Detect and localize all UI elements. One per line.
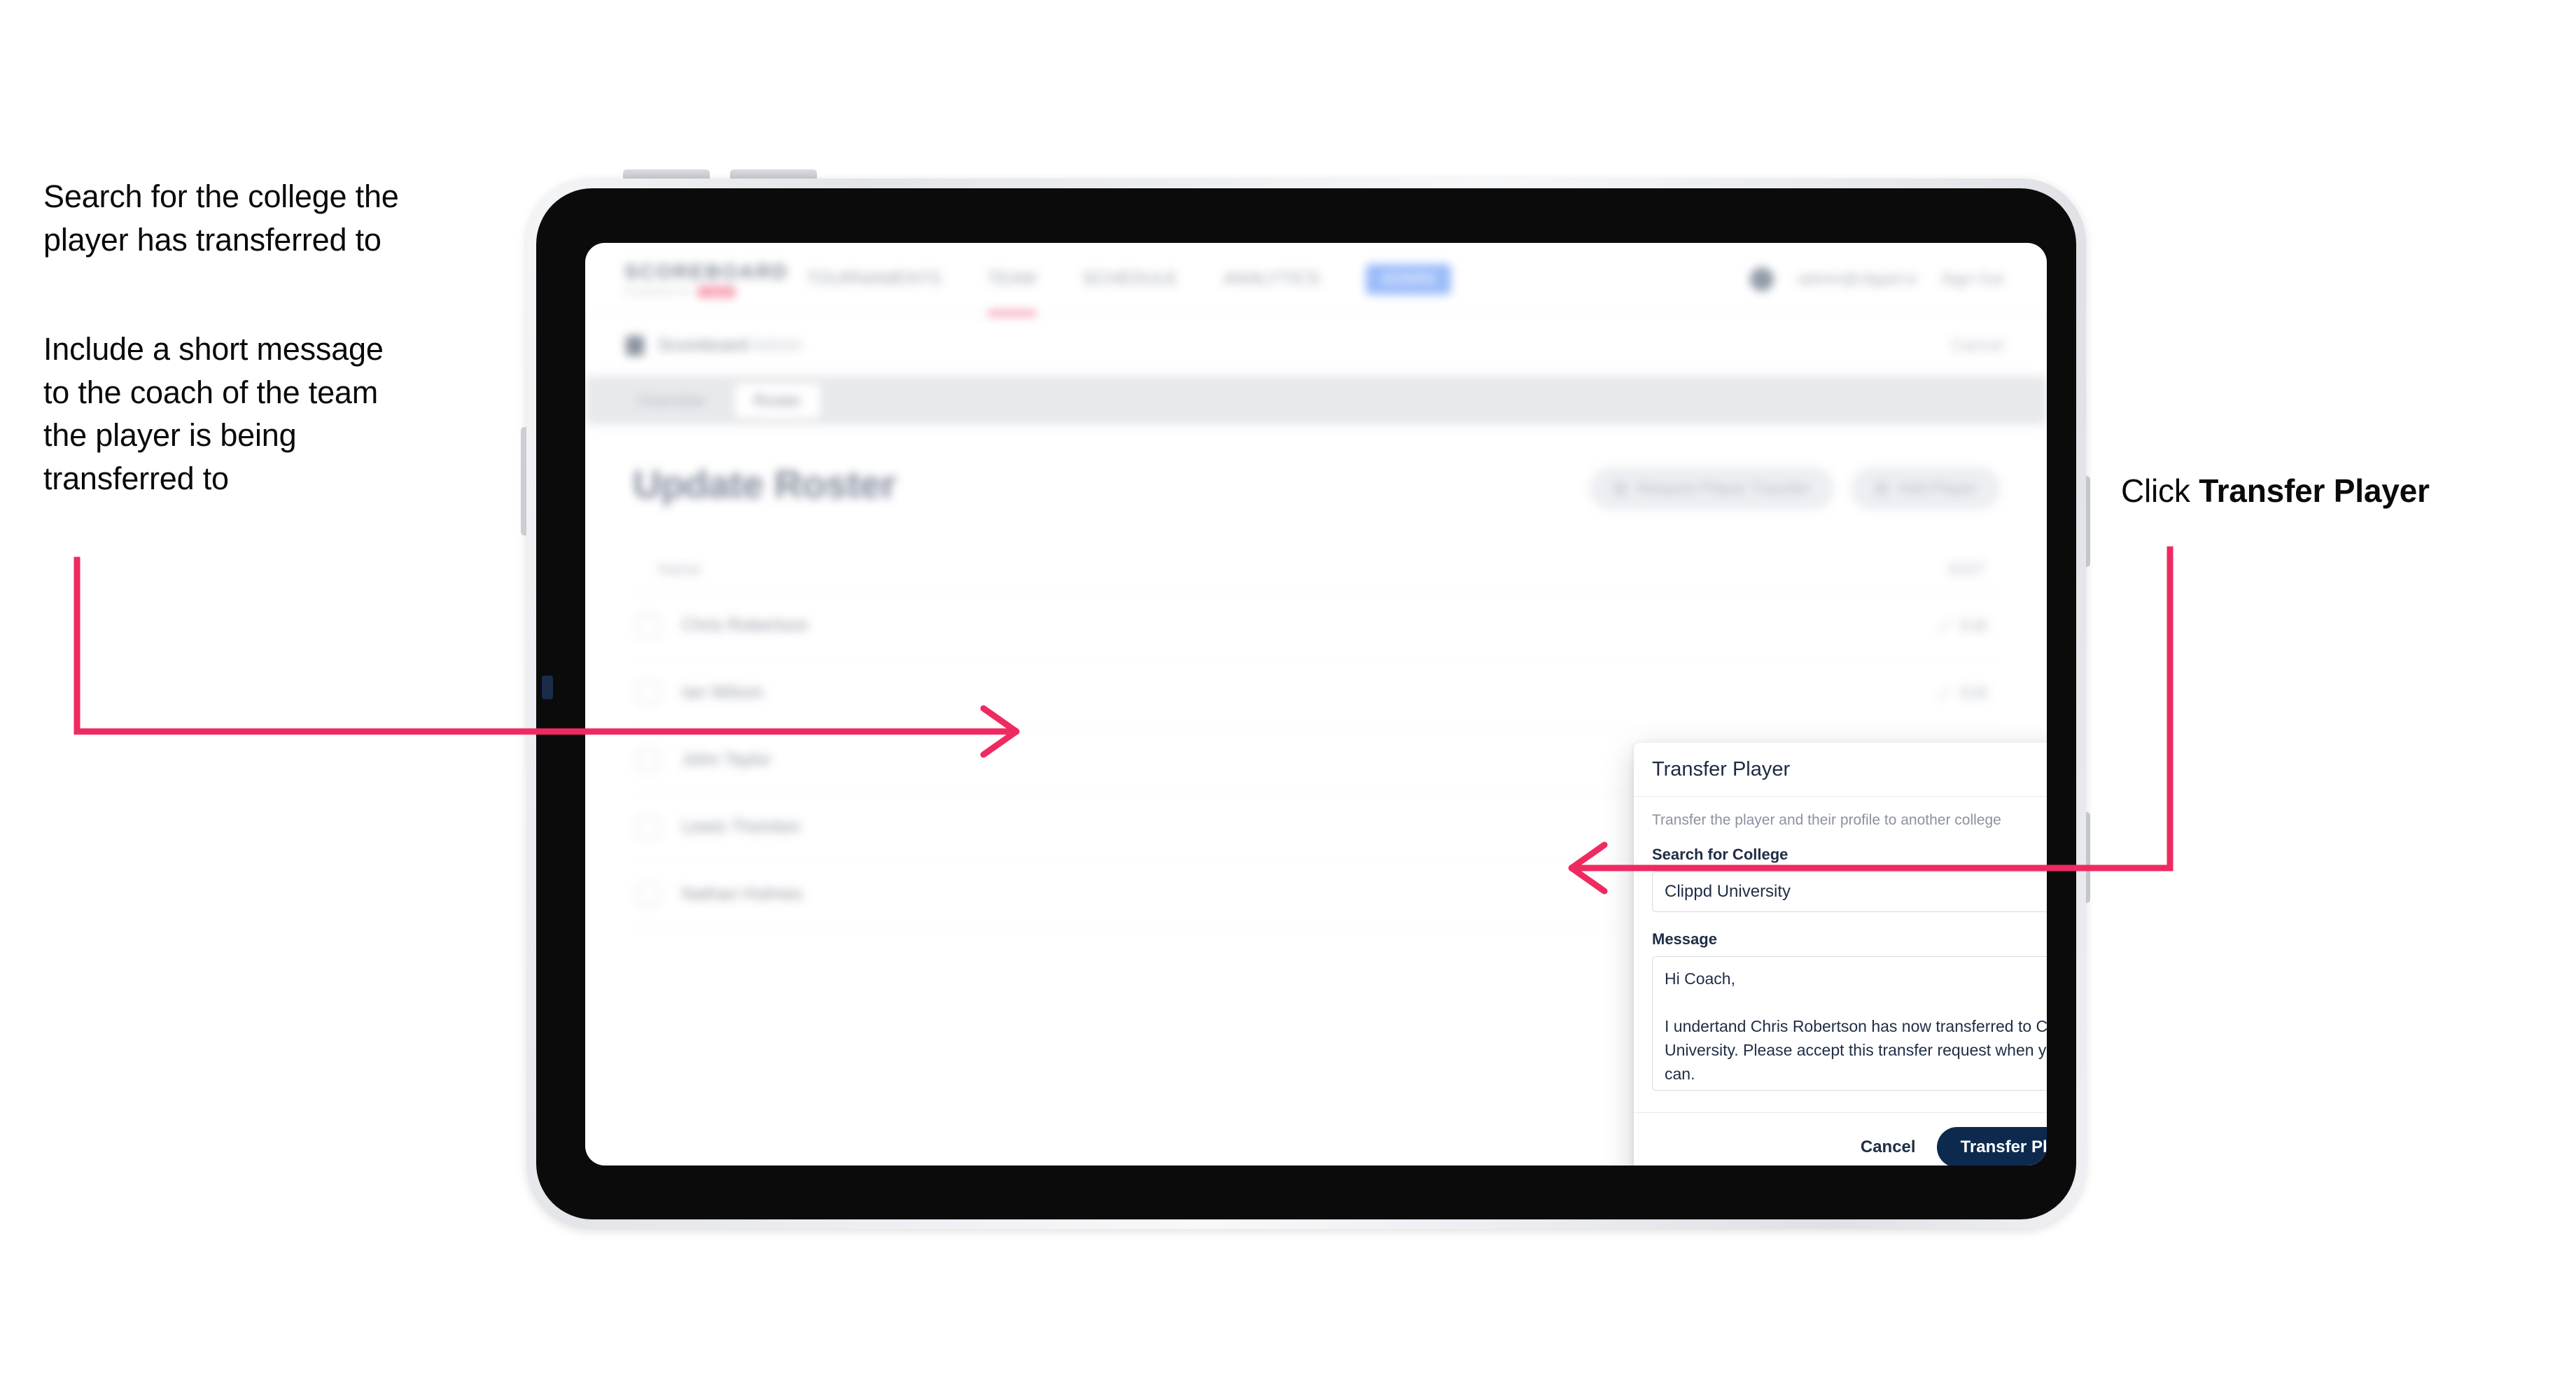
breadcrumb-cancel-link[interactable]: Cancel	[1951, 336, 2003, 356]
download-icon	[1614, 481, 1628, 496]
screenshot-stage: Search for the college the player has tr…	[0, 0, 2576, 1386]
dialog-header: Transfer Player	[1634, 743, 2047, 797]
player-name: Ian Wilson	[682, 682, 764, 702]
nav-link-analytics[interactable]: ANALYTICS	[1224, 269, 1320, 289]
pencil-icon	[1937, 685, 1952, 700]
page-title: Update Roster	[633, 462, 897, 506]
brand-name: SCOREBOARD	[624, 260, 789, 284]
request-player-transfer-button[interactable]: Request Player Transfer	[1590, 467, 1835, 510]
plus-icon	[1875, 481, 1889, 496]
tab-roster[interactable]: Roster	[734, 383, 820, 418]
dialog-body: Transfer the player and their profile to…	[1634, 797, 2047, 1112]
sign-out-link[interactable]: Sign Out	[1941, 270, 2004, 288]
transfer-player-dialog: Transfer Player Transfer the player and …	[1634, 743, 2047, 1166]
dialog-description: Transfer the player and their profile to…	[1652, 812, 2001, 828]
row-checkbox[interactable]	[637, 816, 659, 839]
annotation-search-college: Search for the college the player has tr…	[43, 178, 399, 258]
pencil-icon	[1937, 618, 1952, 633]
navbar-user-area: admin@clippd.io Sign Out	[1750, 267, 2003, 291]
request-transfer-label: Request Player Transfer	[1637, 479, 1811, 497]
tablet-bezel: SCOREBOARD POWERED BY clippd TOURNAMENTS…	[536, 188, 2076, 1219]
cancel-button[interactable]: Cancel	[1861, 1138, 1916, 1157]
page-action-buttons: Request Player Transfer Add Player	[1590, 467, 2001, 510]
row-checkbox[interactable]	[637, 748, 659, 771]
row-checkbox[interactable]	[637, 614, 659, 637]
add-player-button[interactable]: Add Player	[1851, 467, 2001, 510]
breadcrumb: Scoreboard Admin Cancel	[585, 316, 2047, 376]
column-header-name: Name	[658, 560, 701, 578]
breadcrumb-muted: Admin	[748, 335, 802, 355]
annotation-click-bold: Transfer Player	[2199, 472, 2430, 509]
navbar-links: TOURNAMENTS TEAM SCHEDULE ANALYTICS ADMI…	[806, 263, 1451, 316]
transfer-player-button[interactable]: Transfer Player	[1936, 1127, 2047, 1166]
edit-player-link[interactable]: Edit	[1937, 616, 1988, 635]
tab-overview[interactable]: Overview	[619, 384, 724, 418]
player-name: Nathan Holmes	[682, 884, 803, 904]
player-name: John Taylor	[682, 750, 771, 769]
brand-badge: clippd	[698, 286, 736, 298]
tab-strip: Overview Roster	[585, 376, 2047, 425]
breadcrumb-text: Scoreboard Admin	[658, 335, 802, 356]
nav-link-tournaments[interactable]: TOURNAMENTS	[806, 269, 941, 289]
player-name: Lewis Thomton	[682, 817, 801, 836]
message-textarea[interactable]	[1652, 956, 2047, 1091]
annotation-include-message: Include a short message to the coach of …	[43, 331, 384, 496]
avatar[interactable]	[1750, 267, 1774, 291]
brand-powered-by: POWERED BY	[624, 286, 694, 297]
app-navbar: SCOREBOARD POWERED BY clippd TOURNAMENTS…	[585, 243, 2047, 316]
edit-label: Edit	[1960, 616, 1988, 634]
table-row[interactable]: Ian Wilson Edit	[633, 659, 2001, 727]
message-field-label: Message	[1652, 930, 1717, 948]
row-checkbox[interactable]	[637, 883, 659, 906]
row-checkbox[interactable]	[637, 681, 659, 704]
tablet-device-frame: SCOREBOARD POWERED BY clippd TOURNAMENTS…	[526, 178, 2086, 1229]
scoreboard-icon	[626, 335, 644, 356]
brand-subtitle: POWERED BY clippd	[624, 286, 755, 298]
smart-connector	[542, 676, 553, 699]
annotation-click-prefix: Click	[2121, 472, 2199, 509]
nav-link-schedule[interactable]: SCHEDULE	[1082, 269, 1177, 289]
nav-link-admin[interactable]: ADMIN	[1366, 263, 1451, 295]
player-name: Chris Robertson	[682, 615, 808, 635]
tablet-screen: SCOREBOARD POWERED BY clippd TOURNAMENTS…	[585, 243, 2047, 1166]
annotation-click-transfer: Click Transfer Player	[2121, 470, 2513, 512]
add-player-label: Add Player	[1898, 479, 1977, 497]
table-row[interactable]: Chris Robertson Edit	[633, 592, 2001, 659]
user-email: admin@clippd.io	[1798, 270, 1917, 288]
nav-link-team[interactable]: TEAM	[987, 269, 1037, 316]
search-college-input[interactable]	[1652, 872, 2047, 912]
column-header-edit: EDIT	[1948, 560, 1985, 578]
dialog-footer: Cancel Transfer Player	[1634, 1112, 2047, 1166]
edit-player-link[interactable]: Edit	[1937, 683, 1988, 702]
roster-table-header: Name EDIT	[633, 547, 2001, 592]
breadcrumb-label: Scoreboard	[658, 335, 749, 355]
edit-label: Edit	[1960, 683, 1988, 701]
dialog-title: Transfer Player	[1652, 758, 1791, 780]
college-field-label: Search for College	[1652, 846, 1788, 863]
brand-logo[interactable]: SCOREBOARD POWERED BY clippd	[624, 260, 789, 298]
